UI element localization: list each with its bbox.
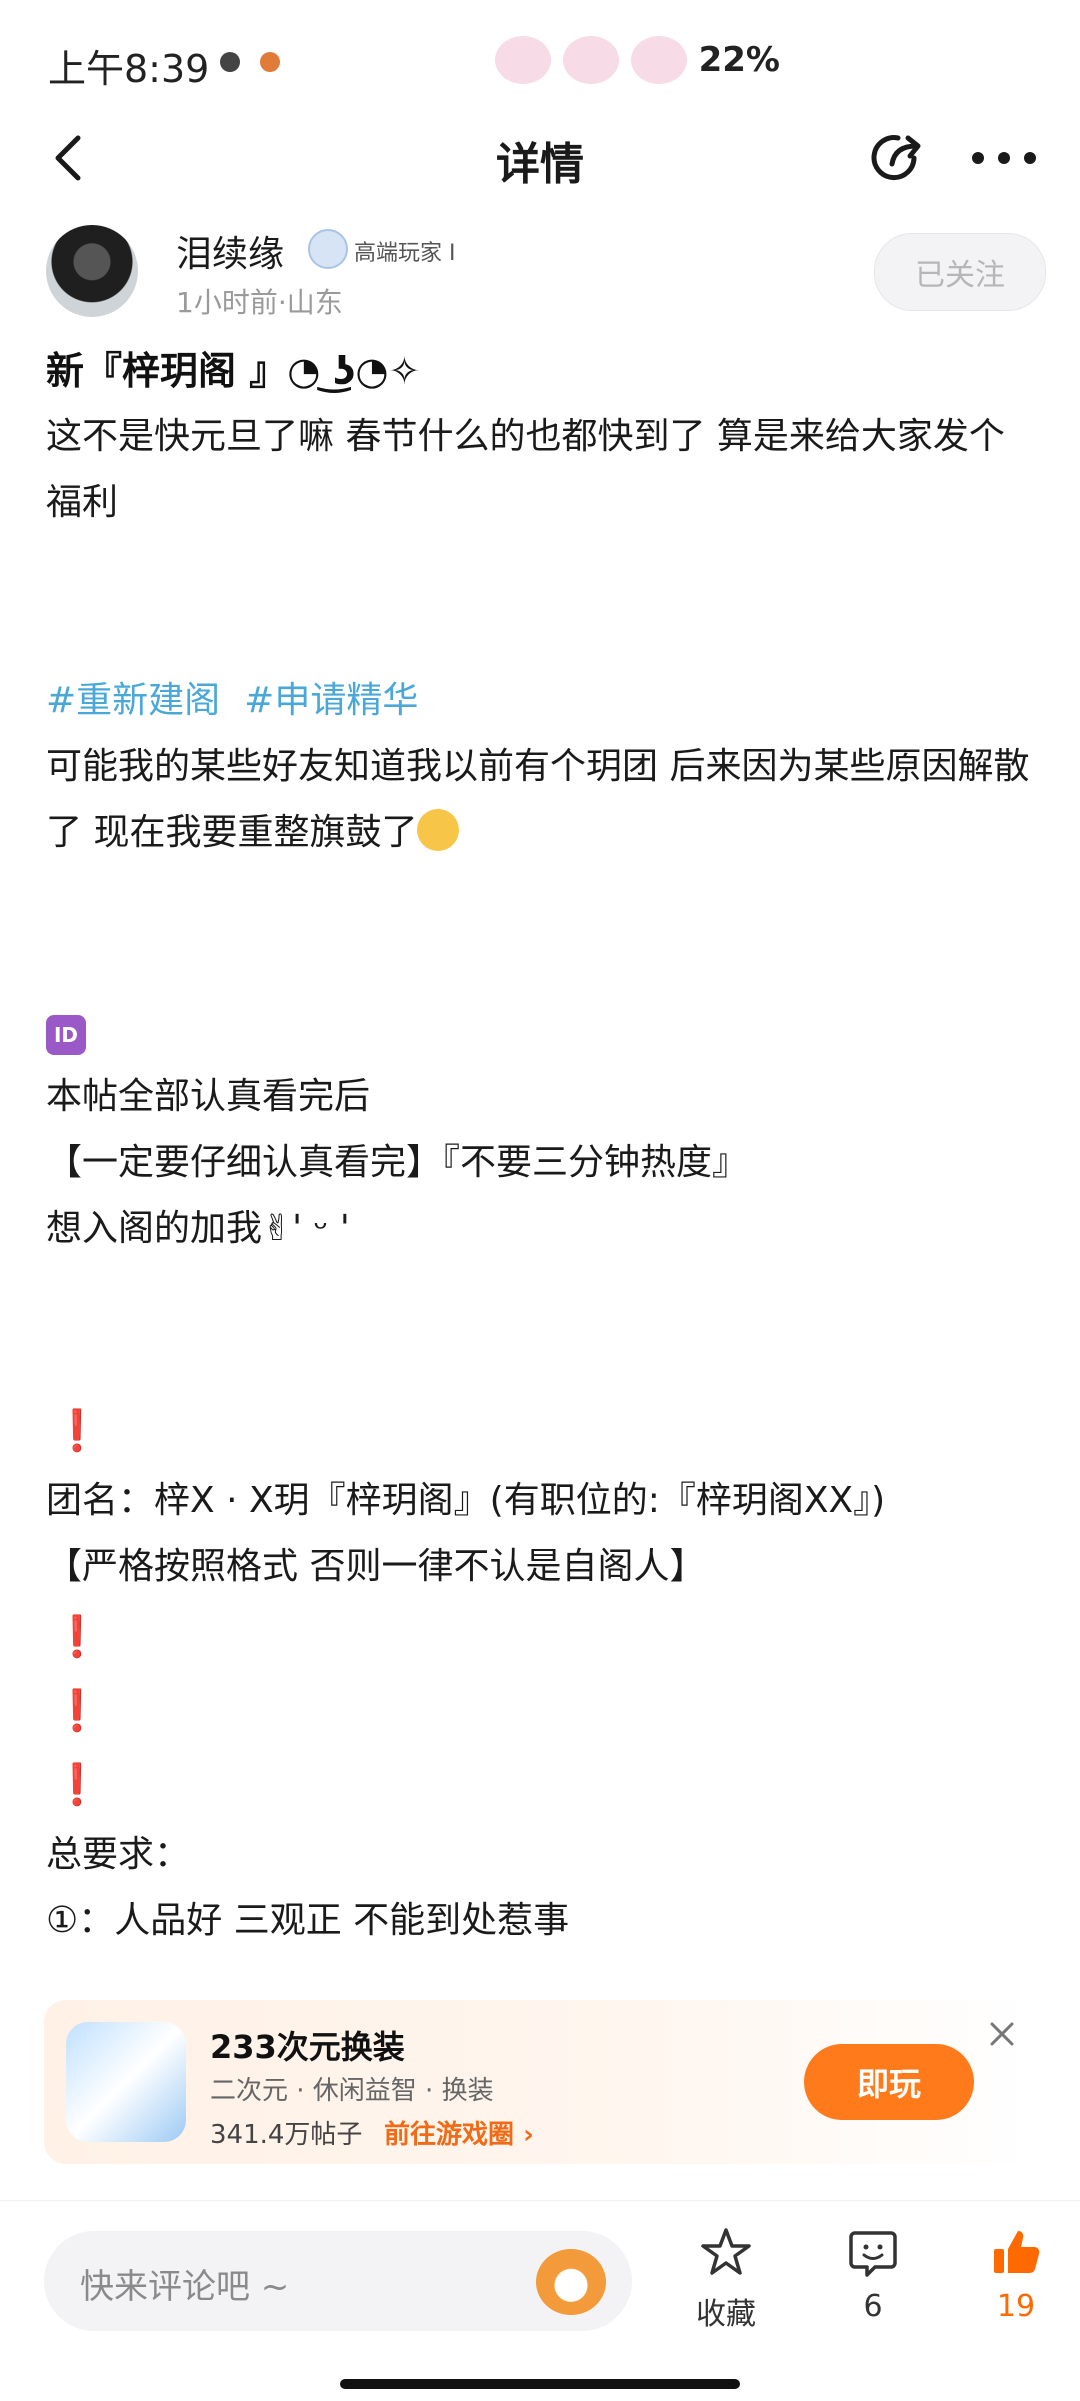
author-row: 泪续缘 高端玩家 I 1小时前·山东 已关注 — [46, 225, 1046, 335]
like-button[interactable]: 19 — [966, 2225, 1066, 2324]
post-line: 总要求： — [46, 1834, 191, 1875]
game-title: 233次元换装 — [210, 2028, 405, 2066]
close-ad-button[interactable] — [984, 2016, 1020, 2052]
notification-icon — [260, 52, 280, 72]
post-paragraph: 这不是快元旦了嘛 春节什么的也都快到了 算是来给大家发个福利 — [46, 416, 1005, 523]
post-line: 想入阁的加我✌︎' ᵕ ' — [46, 1208, 350, 1249]
status-time: 上午8:39 — [48, 47, 210, 91]
player-badge-label: 高端玩家 I — [354, 241, 456, 266]
topic-tag[interactable]: #重新建阁 — [46, 668, 220, 734]
comments-button[interactable]: 6 — [823, 2225, 923, 2324]
share-icon — [871, 135, 921, 181]
notification-icons — [220, 52, 280, 72]
post-meta: 1小时前·山东 — [176, 286, 343, 319]
topic-tags: #重新建阁 #申请精华 — [46, 668, 1036, 734]
id-emoji-line: ID — [46, 998, 1036, 1064]
smiley-emoji-icon — [417, 809, 460, 851]
status-bar: 上午8:39 22% — [0, 0, 1080, 120]
game-circle-link[interactable]: 前往游戏圈 › — [384, 2114, 534, 2151]
notification-icon — [220, 52, 240, 72]
game-post-count: 341.4万帖子 — [210, 2120, 363, 2150]
follow-button[interactable]: 已关注 — [874, 233, 1046, 311]
exclamation-icon: ❗ — [52, 1408, 102, 1454]
home-indicator[interactable] — [340, 2379, 740, 2389]
exclamation-icon: ❗ — [52, 1688, 102, 1734]
id-emoji-icon: ID — [46, 1015, 86, 1055]
thumbs-up-icon — [994, 2231, 1040, 2273]
bottom-action-bar: 快来评论吧 ~ 收藏 6 19 — [0, 2200, 1080, 2401]
post-body: 新『梓玥阁 』◔ ͜ʖ◔✧ 这不是快元旦了嘛 春节什么的也都快到了 算是来给大家… — [46, 338, 1036, 1954]
exclamation-icon: ❗ — [52, 1614, 102, 1660]
sticker-icon — [630, 36, 687, 84]
game-ad-card[interactable]: 233次元换装 二次元 · 休闲益智 · 换装 341.4万帖子 前往游戏圈 ›… — [44, 2000, 1036, 2164]
avatar[interactable] — [46, 225, 138, 317]
comment-icon — [849, 2231, 897, 2277]
share-button[interactable] — [866, 126, 930, 190]
post-line: 【严格按照格式 否则一律不认是自阁人】 — [46, 1546, 706, 1587]
post-line: ①：人品好 三观正 不能到处惹事 — [46, 1900, 570, 1941]
star-icon — [701, 2228, 751, 2275]
exclamation-icon: ❗ — [52, 1762, 102, 1808]
status-right: 22% — [494, 36, 780, 84]
author-name[interactable]: 泪续缘 — [176, 225, 284, 277]
comment-placeholder: 快来评论吧 ~ — [80, 2267, 290, 2307]
close-icon — [990, 2022, 1014, 2046]
comment-input[interactable]: 快来评论吧 ~ — [44, 2231, 632, 2331]
sticker-icon — [494, 36, 551, 84]
post-line: 本帖全部认真看完后 — [46, 1076, 371, 1117]
game-icon — [66, 2022, 186, 2142]
topic-tag[interactable]: #申请精华 — [244, 668, 418, 734]
more-dots-icon — [972, 152, 1036, 164]
play-button[interactable]: 即玩 — [804, 2044, 974, 2120]
comment-count: 6 — [863, 2289, 883, 2324]
sticker-icon — [562, 36, 619, 84]
post-paragraph: 可能我的某些好友知道我以前有个玥团 后来因为某些原因解散了 现在我要重整旗鼓了 — [46, 746, 1030, 853]
post-title: 新『梓玥阁 』◔ ͜ʖ◔✧ — [46, 349, 421, 393]
post-line: 团名：梓X · X玥『梓玥阁』(有职位的:『梓玥阁XX』) — [46, 1480, 886, 1521]
favorite-label: 收藏 — [696, 2297, 756, 2332]
more-button[interactable] — [964, 126, 1044, 190]
top-nav: 详情 — [0, 120, 1080, 200]
like-count: 19 — [996, 2289, 1036, 2324]
favorite-button[interactable]: 收藏 — [676, 2225, 776, 2333]
game-tags: 二次元 · 休闲益智 · 换装 — [210, 2076, 494, 2106]
emoji-mascot-icon[interactable] — [536, 2249, 606, 2315]
post-line: 【一定要仔细认真看完】『不要三分钟热度』 — [46, 1142, 749, 1183]
player-badge-icon — [308, 229, 348, 269]
battery-level: 22% — [698, 40, 780, 80]
